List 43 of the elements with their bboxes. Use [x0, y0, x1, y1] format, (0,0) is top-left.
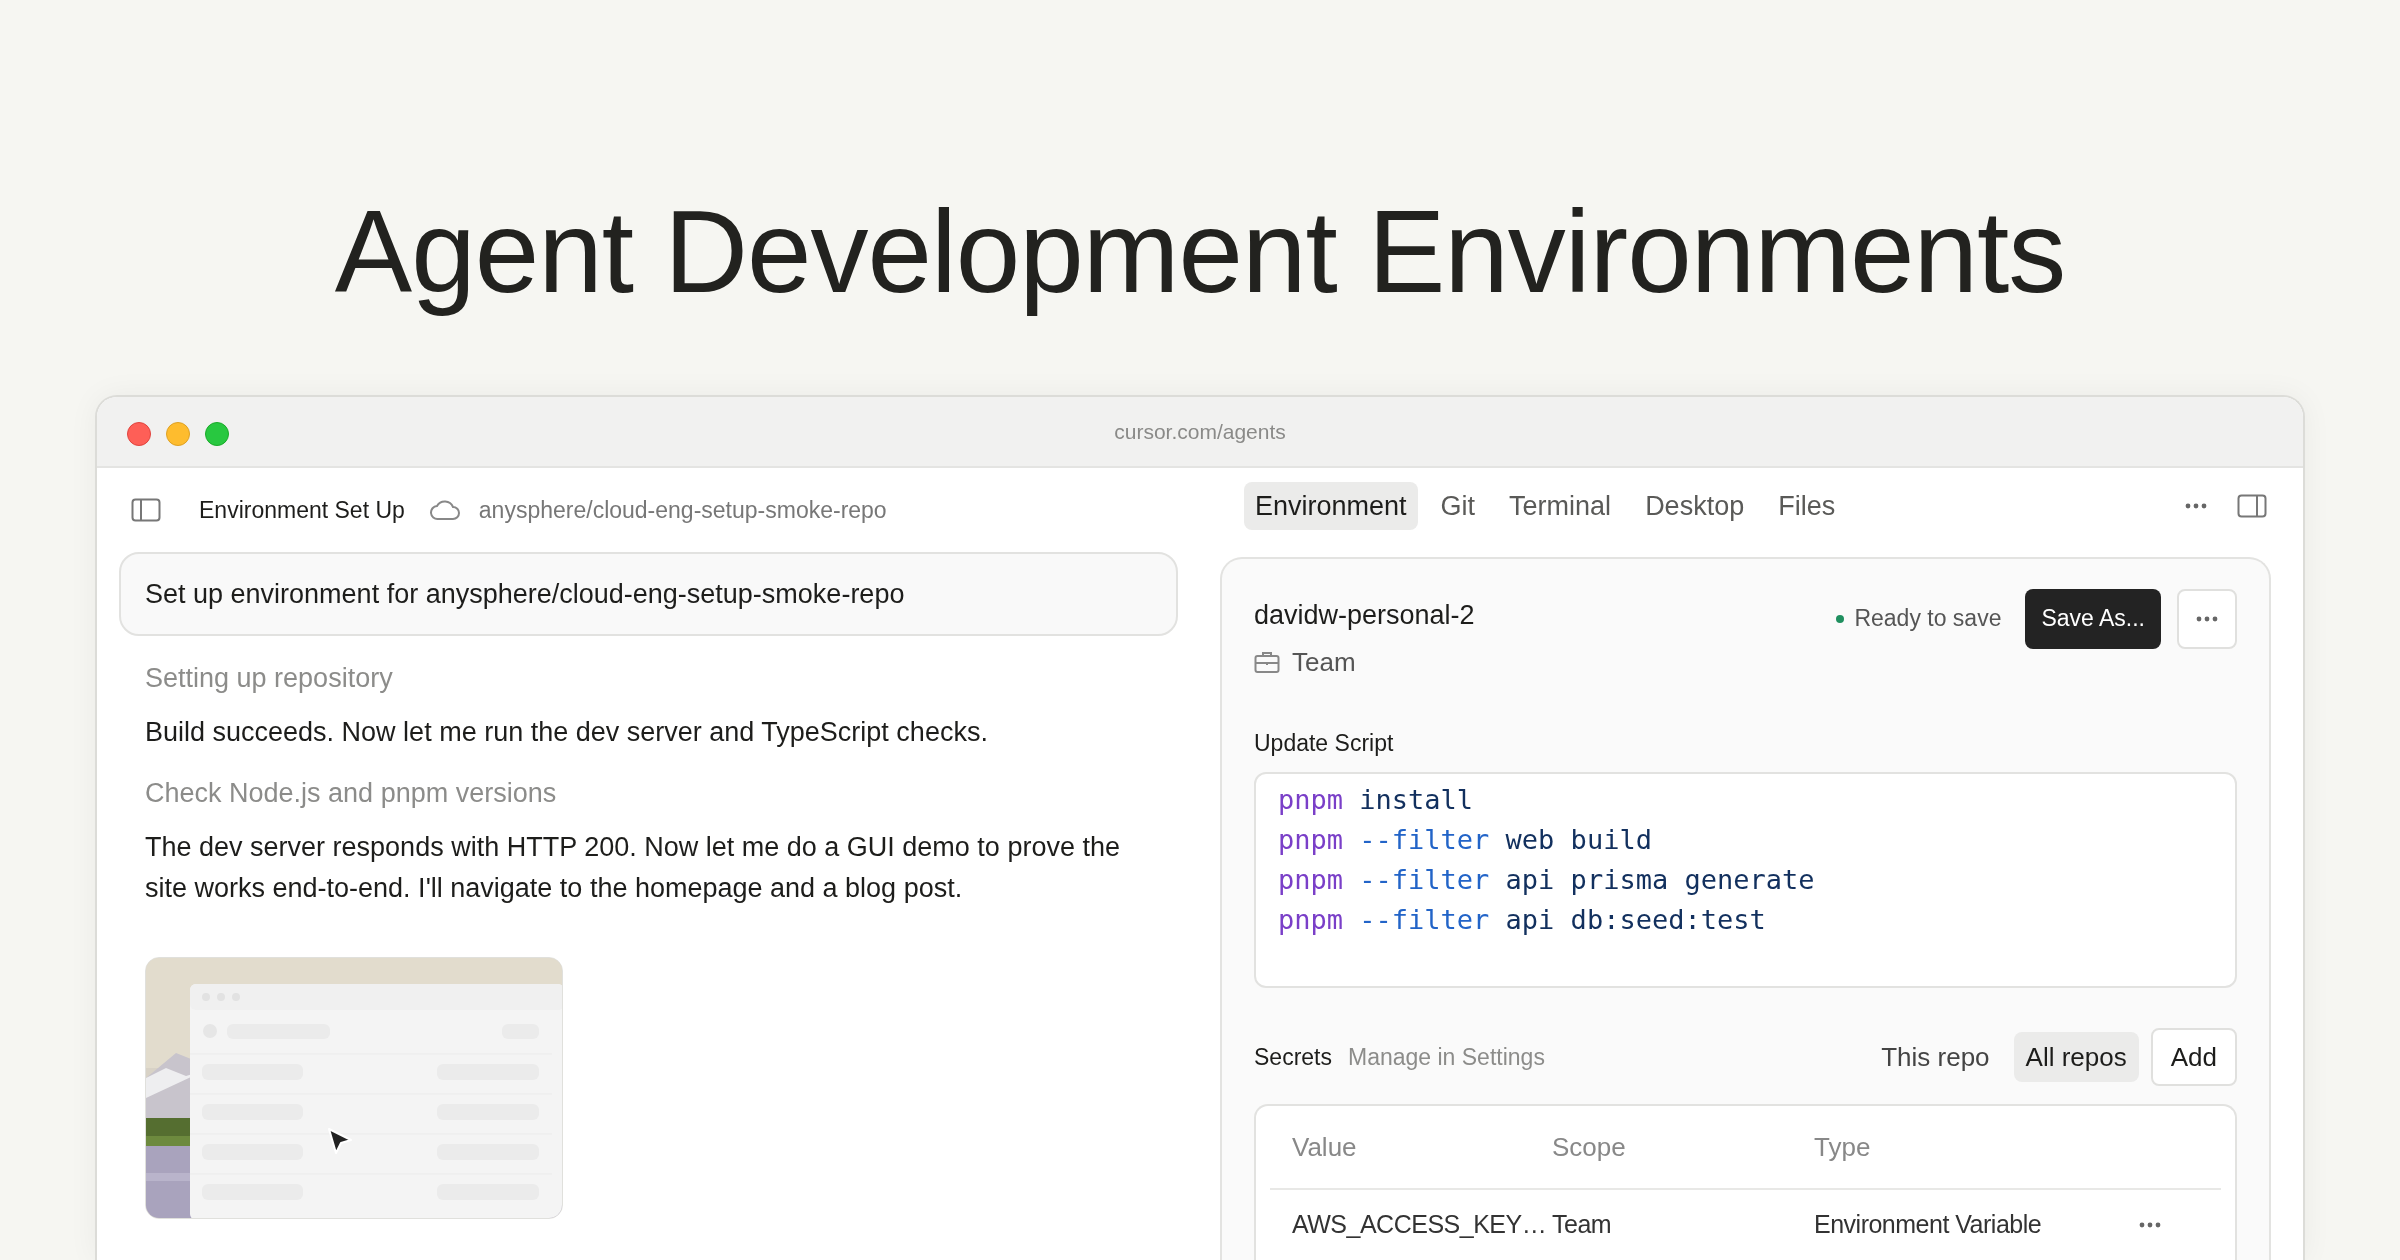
briefcase-icon — [1254, 650, 1280, 674]
add-button[interactable]: Add — [2150, 1028, 2237, 1086]
filter-toggle[interactable]: All repos — [2013, 1032, 2139, 1082]
code-line: pnpm --filter api prisma generate — [1278, 863, 1816, 897]
table-cell-text: AWS_ACCESS_KEY… — [1292, 1209, 1547, 1241]
agent-message: Build succeeds. Now let me run the dev server and TypeScript checks. — [145, 716, 989, 749]
save-as-button[interactable]: Save As... — [2025, 588, 2161, 649]
close-button[interactable] — [127, 422, 151, 446]
script-editor[interactable]: pnpm install pnpm --filter web build pnpm --filter api prisma generate pnpm --filter api db:seed:test — [1254, 772, 2237, 988]
tab[interactable]: Files — [1767, 482, 1847, 531]
sidebar-toggle-icon[interactable] — [131, 498, 161, 522]
zoom-button[interactable] — [205, 422, 229, 446]
code-line: pnpm install — [1278, 783, 1475, 817]
scope-label: Team — [1292, 645, 1356, 679]
tab[interactable]: Environment — [1244, 482, 1418, 531]
tab[interactable]: Desktop — [1634, 482, 1756, 531]
filter-toggle[interactable]: This repo — [1869, 1032, 2002, 1082]
cloud-icon — [428, 499, 461, 521]
column-header: Scope — [1552, 1130, 1627, 1164]
cursor-icon — [326, 1126, 354, 1156]
column-header: Type — [1814, 1130, 1872, 1164]
panel-toggle-icon[interactable] — [2237, 494, 2267, 519]
table-cell-text: Team — [1552, 1209, 1612, 1241]
code-line: pnpm --filter web build — [1278, 823, 1653, 857]
chat-title: Environment Set Up — [199, 495, 405, 525]
more-icon[interactable] — [2185, 503, 2207, 510]
column-header: Value — [1292, 1130, 1358, 1164]
environment-name: davidw-personal-2 — [1254, 598, 1475, 632]
tab[interactable]: Git — [1429, 482, 1487, 531]
step-label: Check Node.js and pnpm versions — [145, 777, 558, 810]
agent-message: The dev server responds with HTTP 200. Now let me do a GUI demo to prove the site works end-to-end. I'll navigate to the homepage and a blog post. — [145, 831, 1121, 905]
step-label: Setting up repository — [145, 662, 394, 695]
more-icon[interactable] — [2196, 615, 2218, 622]
code-line: pnpm --filter api db:seed:test — [1278, 903, 1767, 937]
headline: Agent Development Environments — [334, 186, 2066, 319]
script-label: Update Script — [1254, 728, 1395, 758]
secrets-label: Secrets — [1254, 1042, 1332, 1072]
tab[interactable]: Terminal — [1498, 482, 1623, 531]
repo-name[interactable]: anysphere/cloud-eng-setup-smoke-repo — [478, 492, 887, 528]
status-text: Ready to save — [1854, 604, 2002, 634]
row-menu-icon[interactable] — [2139, 1222, 2161, 1228]
prompt-message: Set up environment for anysphere/cloud-eng-setup-smoke-repo — [119, 552, 1178, 636]
table-cell-text: Environment Variable — [1814, 1209, 2042, 1241]
